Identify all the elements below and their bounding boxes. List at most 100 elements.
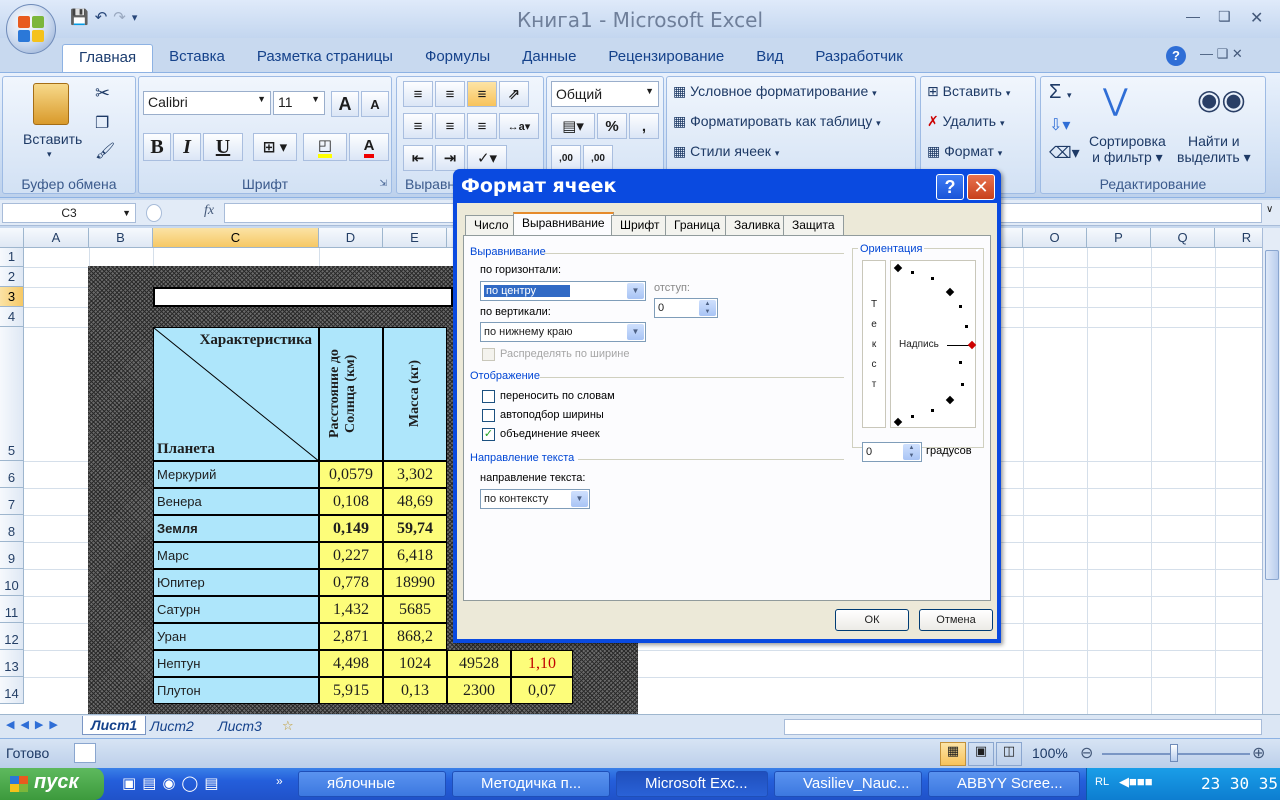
header-distance[interactable]: Расстояние до Солнца (км) — [319, 327, 383, 461]
column-header-c[interactable]: C — [153, 228, 319, 248]
formula-bar-collapse-icon[interactable]: ∨ — [1266, 204, 1273, 215]
planet-mass[interactable]: 1024 — [383, 650, 447, 677]
tray-icons[interactable]: ◀■■■ — [1119, 774, 1153, 790]
bold-button[interactable]: B — [143, 133, 171, 161]
percent-button[interactable]: % — [597, 113, 627, 139]
sheet-nav-icon[interactable]: ◀◀▶▶ — [6, 718, 64, 731]
planet-name[interactable]: Земля — [153, 515, 319, 542]
fill-icon[interactable]: ⇩▾ — [1049, 115, 1070, 135]
vertical-text-button[interactable]: Т е к с т — [862, 260, 886, 428]
row-header-13[interactable]: 13 — [0, 650, 24, 677]
macro-record-icon[interactable] — [74, 743, 96, 763]
merge-center-icon[interactable]: ↔a▾ — [499, 113, 539, 139]
row-header-11[interactable]: 11 — [0, 596, 24, 623]
tab-fill[interactable]: Заливка — [725, 215, 790, 235]
align-bottom-icon[interactable]: ≡ — [467, 81, 497, 107]
planet-distance[interactable]: 0,108 — [319, 488, 383, 515]
row-header-4[interactable]: 4 — [0, 307, 24, 327]
taskbar-item-active[interactable]: Microsoft Exc... — [616, 771, 768, 797]
planet-name[interactable]: Нептун — [153, 650, 319, 677]
tab-protection[interactable]: Защита — [783, 215, 844, 235]
vertical-align-combo[interactable]: по нижнему краю ▼ — [480, 322, 646, 342]
column-header-a[interactable]: A — [24, 228, 89, 248]
tab-view[interactable]: Вид — [740, 44, 799, 72]
align-top-icon[interactable]: ≡ — [403, 81, 433, 107]
row-header-5[interactable]: 5 — [0, 327, 24, 461]
planet-distance[interactable]: 1,432 — [319, 596, 383, 623]
text-direction-combo[interactable]: по контексту ▼ — [480, 489, 590, 509]
insert-cells-button[interactable]: ⊞ Вставить ▾ — [927, 83, 1010, 100]
paste-dropdown-icon[interactable]: ▾ — [47, 149, 52, 160]
decrease-decimal-button[interactable]: ,00 — [583, 145, 613, 171]
fill-color-button[interactable]: ◰ — [303, 133, 347, 161]
insert-function-button[interactable]: fx — [204, 203, 214, 219]
tab-border[interactable]: Граница — [665, 215, 730, 235]
planet-name[interactable]: Сатурн — [153, 596, 319, 623]
ribbon-minimize-icon[interactable]: — ❑ ✕ — [1200, 46, 1243, 62]
name-box[interactable]: C3 ▼ — [2, 203, 136, 223]
column-header-b[interactable]: B — [89, 228, 153, 248]
merge-cells-checkbox[interactable]: ✓ — [482, 428, 495, 441]
orientation-dial[interactable]: Надпись — [890, 260, 977, 428]
planet-distance[interactable]: 0,149 — [319, 515, 383, 542]
planet-extra-value[interactable]: 1,10 — [511, 650, 573, 677]
delete-cells-button[interactable]: ✗ Удалить ▾ — [927, 113, 1005, 130]
column-header-q[interactable]: Q — [1151, 228, 1215, 248]
planet-distance[interactable]: 0,778 — [319, 569, 383, 596]
find-select-button[interactable]: Найти и выделить ▾ — [1177, 133, 1251, 166]
taskbar-item[interactable]: яблочные — [298, 771, 446, 797]
row-header-1[interactable]: 1 — [0, 248, 24, 267]
planet-mass[interactable]: 868,2 — [383, 623, 447, 650]
maximize-icon[interactable]: ❑ — [1218, 8, 1231, 25]
currency-icon[interactable]: ▤▾ — [551, 113, 595, 139]
close-icon[interactable]: ✕ — [1250, 8, 1263, 28]
quick-launch-icons[interactable]: ▣▤◉◯▤ — [122, 774, 224, 792]
distribute-checkbox[interactable] — [482, 348, 495, 361]
italic-button[interactable]: I — [173, 133, 201, 161]
borders-button[interactable]: ⊞ ▾ — [253, 133, 297, 161]
sheet-tab-2[interactable]: Лист2 — [150, 718, 194, 734]
tab-data[interactable]: Данные — [506, 44, 592, 72]
horizontal-align-combo[interactable]: по центру ▼ — [480, 281, 646, 301]
header-mass[interactable]: Масса (кг) — [383, 327, 447, 461]
wrap-text-checkbox[interactable] — [482, 390, 495, 403]
planet-extra-value[interactable]: 49528 — [447, 650, 511, 677]
sheet-tab-3[interactable]: Лист3 — [218, 718, 262, 734]
planet-distance[interactable]: 0,227 — [319, 542, 383, 569]
grow-font-button[interactable]: A — [331, 91, 359, 117]
paste-icon[interactable] — [33, 83, 69, 125]
font-color-button[interactable]: A — [349, 133, 389, 161]
tab-number[interactable]: Число — [465, 215, 518, 235]
format-cells-button[interactable]: ▦ Формат ▾ — [927, 143, 1002, 160]
sort-filter-button[interactable]: Сортировка и фильтр ▾ — [1089, 133, 1166, 166]
font-size-combo[interactable]: 11 ▼ — [273, 91, 325, 115]
row-header-9[interactable]: 9 — [0, 542, 24, 569]
ok-button[interactable]: ОК — [835, 609, 909, 631]
zoom-in-icon[interactable]: ⊕ — [1252, 743, 1265, 763]
tab-developer[interactable]: Разработчик — [799, 44, 918, 72]
column-header-e[interactable]: E — [383, 228, 447, 248]
zoom-level[interactable]: 100% — [1032, 745, 1068, 761]
planet-extra-value[interactable]: 0,07 — [511, 677, 573, 704]
row-header-6[interactable]: 6 — [0, 461, 24, 488]
tab-home[interactable]: Главная — [62, 44, 154, 72]
taskbar-item[interactable]: ABBYY Scree... — [928, 771, 1080, 797]
row-header-8[interactable]: 8 — [0, 515, 24, 542]
number-format-combo[interactable]: Общий ▼ — [551, 81, 659, 107]
row-header-12[interactable]: 12 — [0, 623, 24, 650]
align-center-icon[interactable]: ≡ — [435, 113, 465, 139]
planet-distance[interactable]: 5,915 — [319, 677, 383, 704]
page-layout-view-icon[interactable]: ▣ — [968, 742, 994, 766]
tab-font[interactable]: Шрифт — [611, 215, 669, 235]
sheet-tab-1[interactable]: Лист1 — [82, 716, 147, 735]
column-header-p[interactable]: P — [1087, 228, 1151, 248]
row-header-2[interactable]: 2 — [0, 267, 24, 287]
conditional-formatting-button[interactable]: ▦ Условное форматирование ▾ — [673, 83, 877, 100]
tab-page-layout[interactable]: Разметка страницы — [241, 44, 409, 72]
planet-mass[interactable]: 6,418 — [383, 542, 447, 569]
shrink-font-button[interactable]: A — [361, 91, 389, 117]
format-painter-icon[interactable]: 🖌 — [95, 141, 115, 161]
planet-distance[interactable]: 4,498 — [319, 650, 383, 677]
tab-formulas[interactable]: Формулы — [409, 44, 506, 72]
taskbar-item[interactable]: Методичка п... — [452, 771, 610, 797]
